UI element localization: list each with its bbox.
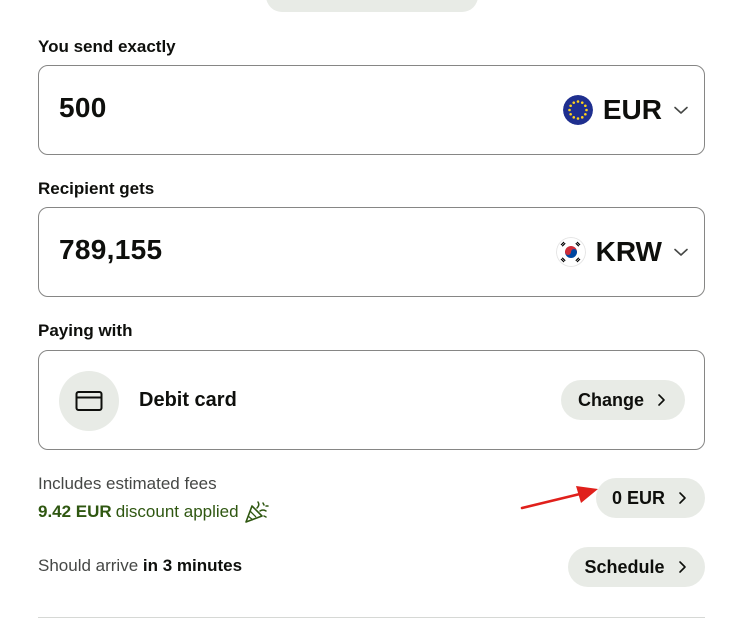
south-korea-flag-icon (555, 237, 586, 267)
fee-breakdown-button[interactable]: 0 EUR (596, 478, 705, 518)
payment-method-box[interactable]: Debit card Change (38, 350, 705, 450)
send-label: You send exactly (38, 37, 176, 56)
send-amount-input[interactable]: 500 (59, 92, 107, 124)
receive-label: Recipient gets (38, 179, 155, 198)
receive-currency-select[interactable]: KRW (555, 232, 690, 272)
party-popper-icon (244, 501, 269, 523)
annotation-arrow-icon (520, 486, 598, 510)
send-amount-box[interactable]: 500 EUR (38, 65, 705, 155)
change-button-label: Change (577, 389, 644, 410)
chevron-down-icon (674, 248, 688, 256)
arrival-estimate: Should arrive in 3 minutes (38, 556, 242, 576)
credit-card-icon (75, 391, 103, 411)
card-icon-container (59, 371, 119, 431)
send-currency-select[interactable]: EUR (562, 90, 690, 130)
divider (38, 617, 705, 618)
arrival-time: in 3 minutes (142, 556, 243, 575)
receive-amount-input[interactable]: 789,155 (59, 234, 162, 266)
top-pill-partial[interactable] (266, 0, 478, 12)
schedule-button-label: Schedule (584, 556, 665, 577)
arrival-prefix: Should arrive (38, 556, 143, 575)
discount-line: 9.42 EUR discount applied (38, 500, 269, 524)
eu-flag-icon (562, 95, 593, 125)
payment-method-name: Debit card (139, 389, 237, 411)
change-payment-button[interactable]: Change (561, 380, 685, 420)
payment-label: Paying with (38, 321, 133, 340)
send-currency-code: EUR (602, 94, 662, 125)
chevron-down-icon (674, 106, 688, 114)
fees-label: Includes estimated fees (38, 474, 217, 493)
discount-text: discount applied (115, 502, 239, 521)
discount-amount: 9.42 EUR (38, 502, 112, 521)
receive-currency-code: KRW (595, 236, 662, 267)
chevron-right-icon (678, 561, 686, 573)
schedule-button[interactable]: Schedule (568, 547, 705, 587)
receive-amount-box[interactable]: 789,155 KRW (38, 207, 705, 297)
chevron-right-icon (658, 394, 665, 406)
chevron-right-icon (679, 492, 686, 504)
fee-button-label: 0 EUR (611, 487, 665, 508)
